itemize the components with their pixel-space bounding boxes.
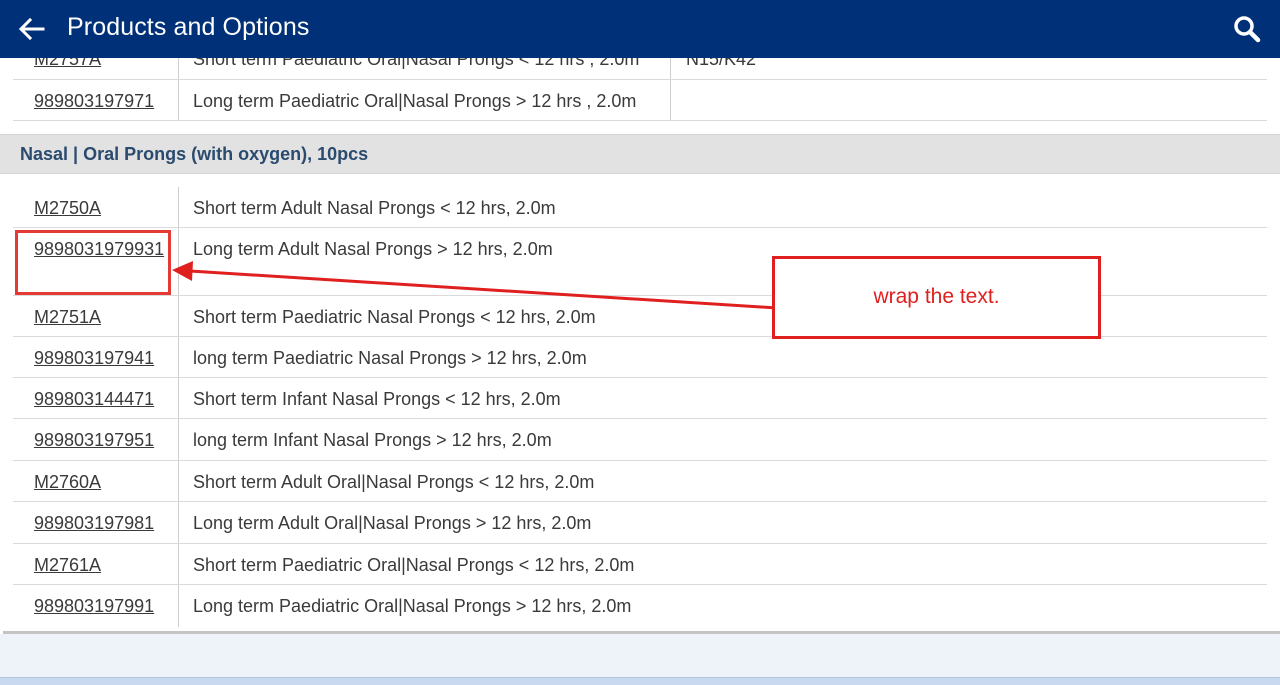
table-row: M2757A Short term Paediatric Oral|Nasal … <box>13 58 1267 80</box>
product-description: Long term Adult Nasal Prongs > 12 hrs, 2… <box>193 239 553 259</box>
footer-bar <box>0 634 1280 677</box>
product-code-link[interactable]: 9898031979931 <box>13 228 179 295</box>
search-icon <box>1234 16 1261 43</box>
product-description: long term Infant Nasal Prongs > 12 hrs, … <box>193 430 552 450</box>
product-code-link[interactable]: M2750A <box>13 187 179 227</box>
product-description: Short term Paediatric Oral|Nasal Prongs … <box>193 555 635 575</box>
product-extra: N15/K42 <box>686 58 757 69</box>
product-code-link[interactable]: 989803197951 <box>13 419 179 460</box>
table-row: 989803197971 Long term Paediatric Oral|N… <box>13 80 1267 121</box>
product-code-link[interactable]: M2757A <box>13 58 179 79</box>
app-bar: Products and Options <box>0 0 1280 58</box>
bottom-toolbar-edge <box>0 677 1280 685</box>
product-description: Short term Adult Nasal Prongs < 12 hrs, … <box>193 198 556 218</box>
section-header: Nasal | Oral Prongs (with oxygen), 10pcs <box>0 134 1280 174</box>
product-description: Long term Adult Oral|Nasal Prongs > 12 h… <box>193 513 592 533</box>
table-row: 989803197981 Long term Adult Oral|Nasal … <box>13 502 1267 544</box>
annotation-callout: wrap the text. <box>772 256 1101 339</box>
product-description: Short term Infant Nasal Prongs < 12 hrs,… <box>193 389 561 409</box>
product-code-link[interactable]: 989803197981 <box>13 502 179 543</box>
back-button[interactable] <box>17 16 47 42</box>
product-code-link[interactable]: 989803197971 <box>13 80 179 120</box>
table-row: 989803197991 Long term Paediatric Oral|N… <box>13 585 1267 627</box>
table-row: 989803197951 long term Infant Nasal Pron… <box>13 419 1267 461</box>
table-row: M2760A Short term Adult Oral|Nasal Prong… <box>13 461 1267 502</box>
product-description: Short term Adult Oral|Nasal Prongs < 12 … <box>193 472 595 492</box>
product-description: long term Paediatric Nasal Prongs > 12 h… <box>193 348 587 368</box>
arrow-left-icon <box>18 17 45 41</box>
product-code-link[interactable]: M2760A <box>13 461 179 501</box>
product-description: Short term Paediatric Oral|Nasal Prongs … <box>179 58 671 79</box>
product-description: Short term Paediatric Nasal Prongs < 12 … <box>193 307 596 327</box>
product-code-link[interactable]: 989803197941 <box>13 337 179 377</box>
product-description: Long term Paediatric Oral|Nasal Prongs >… <box>193 596 632 616</box>
product-code-link[interactable]: M2761A <box>13 544 179 584</box>
product-code-link[interactable]: M2751A <box>13 296 179 336</box>
annotation-text: wrap the text. <box>873 285 1000 308</box>
table-row: 989803197941 long term Paediatric Nasal … <box>13 337 1267 378</box>
product-code-link[interactable]: 989803144471 <box>13 378 179 418</box>
search-button[interactable] <box>1232 14 1262 44</box>
product-list[interactable]: M2757A Short term Paediatric Oral|Nasal … <box>0 58 1280 633</box>
table-row: M2750A Short term Adult Nasal Prongs < 1… <box>13 187 1267 228</box>
table-row: 989803144471 Short term Infant Nasal Pro… <box>13 378 1267 419</box>
table-row: M2761A Short term Paediatric Oral|Nasal … <box>13 544 1267 585</box>
product-description: Long term Paediatric Oral|Nasal Prongs >… <box>179 80 671 120</box>
page-title: Products and Options <box>67 13 310 41</box>
product-code-link[interactable]: 989803197991 <box>13 585 179 627</box>
